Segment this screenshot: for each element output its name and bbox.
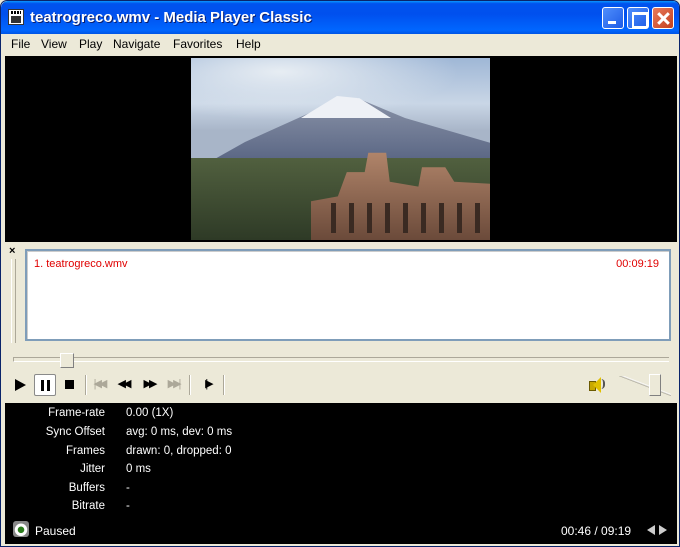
stat-row-buffers: Buffers - <box>5 480 677 498</box>
maximize-button[interactable] <box>627 7 649 29</box>
statistics-panel: Frame-rate 0.00 (1X) Sync Offset avg: 0 … <box>5 403 677 516</box>
playlist-item-name[interactable]: 1. teatrogreco.wmv <box>34 258 128 270</box>
app-window: teatrogreco.wmv - Media Player Classic F… <box>0 0 680 547</box>
seek-bar[interactable] <box>13 357 669 362</box>
toolbar-separator <box>189 375 191 395</box>
frame-step-icon[interactable]: |▶ <box>197 374 219 396</box>
stat-label: Jitter <box>80 463 105 475</box>
menu-view[interactable]: View <box>41 37 67 51</box>
playlist[interactable]: 1. teatrogreco.wmv 00:09:19 <box>25 249 671 341</box>
stat-row-sync-offset: Sync Offset avg: 0 ms, dev: 0 ms <box>5 424 677 442</box>
volume-thumb[interactable] <box>649 374 662 396</box>
stat-row-bitrate: Bitrate - <box>5 498 677 516</box>
toolbar-separator <box>223 375 225 395</box>
stat-label: Sync Offset <box>45 426 105 438</box>
menu-file[interactable]: File <box>11 37 30 51</box>
status-text: Paused <box>35 524 76 538</box>
status-bar: Paused 00:46 / 09:19 <box>5 516 677 544</box>
status-disc-icon <box>13 521 29 537</box>
stat-row-frames: Frames drawn: 0, dropped: 0 <box>5 443 677 461</box>
skip-next-icon[interactable]: ▶▶| <box>162 374 184 396</box>
rewind-icon[interactable]: ◀◀ <box>112 374 134 396</box>
volume-slider[interactable] <box>619 376 671 396</box>
playlist-item-duration: 00:09:19 <box>616 258 659 270</box>
playlist-grip[interactable] <box>11 259 16 343</box>
menu-navigate[interactable]: Navigate <box>113 37 160 51</box>
audio-channel-icon[interactable] <box>647 522 669 538</box>
media-player-icon[interactable] <box>8 9 24 25</box>
stat-value: - <box>126 482 130 494</box>
minimize-button[interactable] <box>602 7 624 29</box>
video-frame <box>191 58 490 240</box>
stat-value: 0.00 (1X) <box>126 407 174 419</box>
stat-label: Frame-rate <box>48 407 105 419</box>
toolbar-separator <box>85 375 87 395</box>
pause-icon[interactable] <box>34 374 56 396</box>
menu-help[interactable]: Help <box>236 37 261 51</box>
skip-previous-icon[interactable]: |◀◀ <box>88 374 110 396</box>
menu-bar: File View Play Navigate Favorites Help <box>5 34 677 54</box>
close-button[interactable] <box>652 7 674 29</box>
stat-value: drawn: 0, dropped: 0 <box>126 445 232 457</box>
playlist-close-icon[interactable]: × <box>9 245 15 257</box>
stat-label: Frames <box>66 445 105 457</box>
stat-label: Bitrate <box>71 500 105 512</box>
status-time: 00:46 / 09:19 <box>561 524 632 538</box>
stop-icon[interactable] <box>59 374 81 396</box>
window-title: teatrogreco.wmv - Media Player Classic <box>30 9 312 26</box>
video-area[interactable] <box>5 56 677 242</box>
stat-value: - <box>126 500 130 512</box>
stat-value: avg: 0 ms, dev: 0 ms <box>126 426 233 438</box>
stat-value: 0 ms <box>126 463 151 475</box>
menu-favorites[interactable]: Favorites <box>173 37 222 51</box>
stat-row-frame-rate: Frame-rate 0.00 (1X) <box>5 405 677 423</box>
play-icon[interactable] <box>9 374 31 396</box>
stat-row-jitter: Jitter 0 ms <box>5 461 677 479</box>
title-bar[interactable]: teatrogreco.wmv - Media Player Classic <box>1 1 679 34</box>
menu-play[interactable]: Play <box>79 37 102 51</box>
seek-thumb[interactable] <box>60 353 75 368</box>
stat-label: Buffers <box>68 482 105 494</box>
fast-forward-icon[interactable]: ▶▶ <box>138 374 160 396</box>
